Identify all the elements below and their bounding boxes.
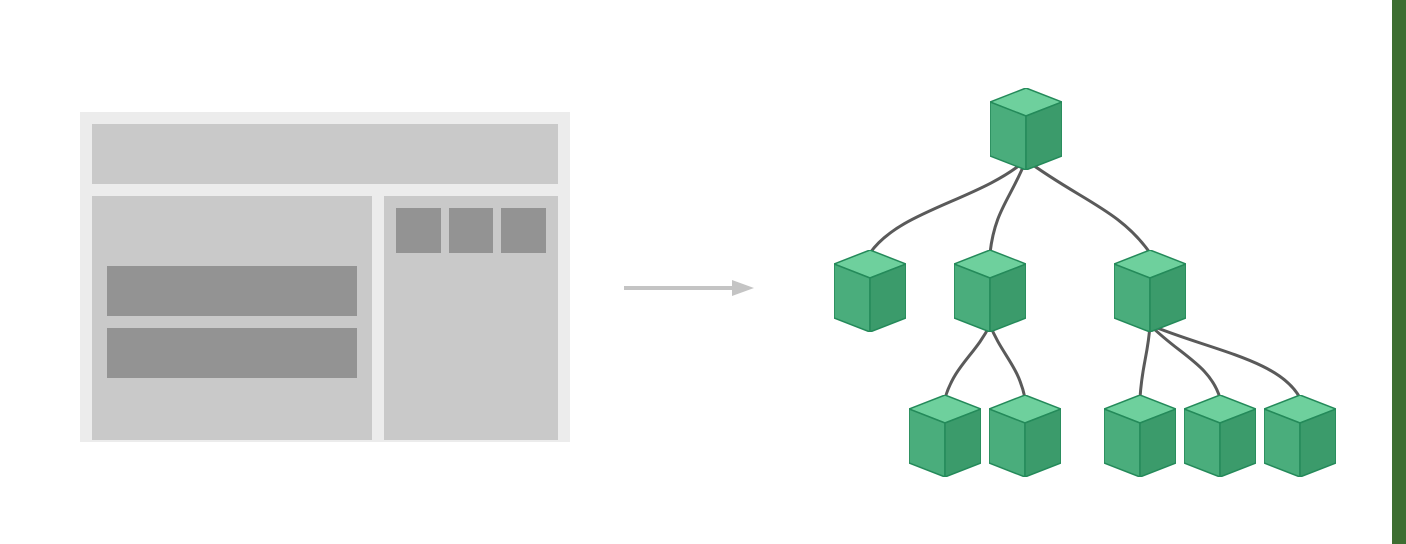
- tree-node: [909, 395, 981, 477]
- tree-node: [954, 250, 1026, 332]
- wireframe-thumbnail: [396, 208, 441, 253]
- wireframe-thumbnail: [449, 208, 494, 253]
- accent-border: [1392, 0, 1406, 544]
- tree-node: [1264, 395, 1336, 477]
- component-tree: [780, 60, 1340, 490]
- wireframe-sidebar-block: [384, 196, 558, 440]
- wireframe-content-row: [107, 328, 357, 378]
- wireframe-header-block: [92, 124, 558, 184]
- tree-node: [1184, 395, 1256, 477]
- tree-node-root: [990, 88, 1062, 170]
- wireframe-main-block: [92, 196, 372, 440]
- tree-node: [1104, 395, 1176, 477]
- wireframe-thumbnail: [501, 208, 546, 253]
- tree-node: [989, 395, 1061, 477]
- wireframe-layout: [80, 112, 570, 442]
- tree-node: [1114, 250, 1186, 332]
- tree-node: [834, 250, 906, 332]
- transform-arrow-icon: [624, 278, 754, 298]
- wireframe-content-row: [107, 266, 357, 316]
